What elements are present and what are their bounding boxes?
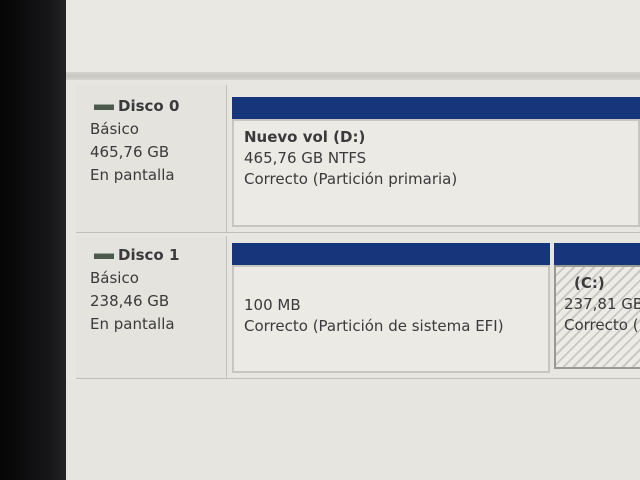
disk-1-type: Básico xyxy=(90,269,139,287)
partition-d-info: 465,76 GB NTFS xyxy=(244,149,367,167)
partition-c-status: Correcto ( xyxy=(564,316,639,334)
partition-c-bar xyxy=(554,243,640,265)
disk-0-size: 465,76 GB xyxy=(90,143,170,161)
disk-management-window: Disco 0 Básico 465,76 GB En pantalla Nue… xyxy=(66,0,640,480)
disk-separator xyxy=(76,378,640,379)
partition-d-title: Nuevo vol (D:) xyxy=(244,128,366,146)
partition-efi-bar xyxy=(232,243,550,265)
partition-d-body[interactable]: Nuevo vol (D:) 465,76 GB NTFS Correcto (… xyxy=(232,119,640,227)
partition-efi-status: Correcto (Partición de sistema EFI) xyxy=(244,317,504,335)
disk-icon xyxy=(94,252,114,259)
partition-c-title: (C:) xyxy=(574,274,605,292)
partition-efi-info: 100 MB xyxy=(244,296,301,314)
partition-d-bar xyxy=(232,97,640,119)
monitor-bezel xyxy=(0,0,66,480)
disk-0-label[interactable]: Disco 0 Básico 465,76 GB En pantalla xyxy=(76,85,227,233)
partition-efi-body[interactable]: 100 MB Correcto (Partición de sistema EF… xyxy=(232,265,550,373)
partition-efi[interactable]: 100 MB Correcto (Partición de sistema EF… xyxy=(232,243,550,373)
disk-0-status: En pantalla xyxy=(90,166,175,184)
disk-1-title: Disco 1 xyxy=(76,244,226,267)
pane-splitter[interactable] xyxy=(66,72,640,80)
disk-0-title: Disco 0 xyxy=(76,95,226,118)
disk-1-status: En pantalla xyxy=(90,315,175,333)
disk-1-label[interactable]: Disco 1 Básico 238,46 GB En pantalla xyxy=(76,236,227,378)
volume-list-pane[interactable] xyxy=(66,0,640,72)
disk-1-size: 238,46 GB xyxy=(90,292,170,310)
partition-c[interactable]: (C:) 237,81 GB Correcto ( xyxy=(554,243,640,369)
disk-icon xyxy=(94,103,114,110)
disk-separator xyxy=(76,232,640,233)
partition-d[interactable]: Nuevo vol (D:) 465,76 GB NTFS Correcto (… xyxy=(232,97,640,227)
partition-d-status: Correcto (Partición primaria) xyxy=(244,170,458,188)
disk-0-type: Básico xyxy=(90,120,139,138)
partition-c-body[interactable]: (C:) 237,81 GB Correcto ( xyxy=(554,265,640,369)
empty-disk-area xyxy=(66,380,640,480)
partition-c-info: 237,81 GB xyxy=(564,295,640,313)
